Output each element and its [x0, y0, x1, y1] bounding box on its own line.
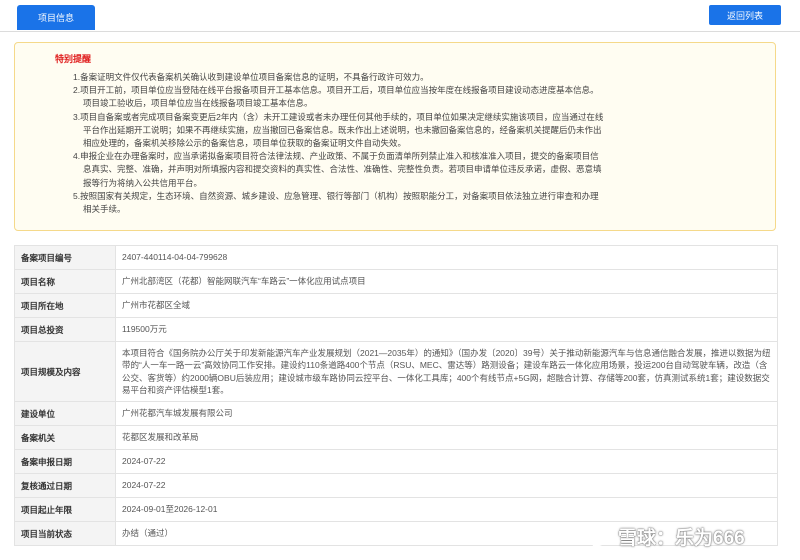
row-label: 项目规模及内容 — [14, 341, 116, 402]
watermark: 雪球：乐为666 — [586, 520, 786, 552]
row-label: 项目名称 — [14, 269, 116, 294]
row-value: 广州花都汽车城发展有限公司 — [115, 401, 778, 426]
row-label: 项目总投资 — [14, 317, 116, 342]
row-value: 2024-07-22 — [115, 449, 778, 474]
row-value: 2024-07-22 — [115, 473, 778, 498]
notice-title: 特别提醒 — [55, 54, 92, 64]
row-value: 2024-09-01至2026-12-01 — [115, 497, 778, 522]
table-row: 项目名称 广州北部湾区（花都）智能网联汽车“车路云”一体化应用试点项目 — [14, 269, 778, 294]
table-row: 项目总投资 119500万元 — [14, 317, 778, 342]
notice-line: 平台作出延期开工说明；如果不再继续实施，应当撤回已备案信息。既未作出上述说明，也… — [83, 124, 602, 135]
row-label: 项目所在地 — [14, 293, 116, 318]
row-label: 复核通过日期 — [14, 473, 116, 498]
notice-line: 5.按照国家有关规定，生态环境、自然资源、城乡建设、应急管理、银行等部门（机构）… — [73, 190, 599, 201]
row-value: 2407-440114-04-04-799628 — [115, 245, 778, 270]
table-row: 项目所在地 广州市花都区全域 — [14, 293, 778, 318]
special-notice-panel: 特别提醒 1.备案证明文件仅代表备案机关确认收到建设单位项目备案信息的证明，不具… — [14, 42, 776, 231]
notice-line: 相应处理的，备案机关移除公示的备案信息，项目单位获取的备案证明文件自动失效。 — [83, 138, 407, 149]
notice-line: 3.项目自备案或者完成项目备案变更后2年内（含）未开工建设或者未办理任何其他手续… — [73, 111, 604, 122]
table-row: 备案申报日期 2024-07-22 — [14, 449, 778, 474]
table-row: 项目起止年限 2024-09-01至2026-12-01 — [14, 497, 778, 522]
row-value: 广州北部湾区（花都）智能网联汽车“车路云”一体化应用试点项目 — [115, 269, 778, 294]
row-label: 建设单位 — [14, 401, 116, 426]
row-label: 备案项目编号 — [14, 245, 116, 270]
notice-body: 1.备案证明文件仅代表备案机关确认收到建设单位项目备案信息的证明，不具备行政许可… — [73, 71, 673, 216]
row-value: 119500万元 — [115, 317, 778, 342]
notice-line: 息真实、完整、准确，并声明对所填报内容和提交资料的真实性、合法性、准确性、完整性… — [83, 164, 602, 175]
back-to-list-button[interactable]: 返回列表 — [709, 5, 781, 25]
table-row: 备案机关 花都区发展和改革局 — [14, 425, 778, 450]
row-value: 广州市花都区全域 — [115, 293, 778, 318]
snowball-logo-icon — [589, 525, 610, 547]
project-info-table: 备案项目编号 2407-440114-04-04-799628 项目名称 广州北… — [14, 245, 778, 546]
notice-line: 相关手续。 — [83, 204, 126, 215]
top-bar: 项目信息 返回列表 — [0, 0, 800, 32]
table-row: 项目规模及内容 本项目符合《国务院办公厅关于印发新能源汽车产业发展规划（2021… — [14, 341, 778, 402]
row-label: 项目起止年限 — [14, 497, 116, 522]
table-row: 建设单位 广州花都汽车城发展有限公司 — [14, 401, 778, 426]
watermark-text: 雪球：乐为666 — [618, 527, 745, 549]
table-row: 备案项目编号 2407-440114-04-04-799628 — [14, 245, 778, 270]
row-label: 备案机关 — [14, 425, 116, 450]
notice-line: 项目竣工验收后，项目单位应当在线报备项目竣工基本信息。 — [83, 98, 313, 109]
notice-line: 4.申报企业在办理备案时，应当承诺拟备案项目符合法律法规、产业政策、不属于负面清… — [73, 151, 599, 162]
tab-project-info[interactable]: 项目信息 — [17, 5, 95, 30]
notice-line: 1.备案证明文件仅代表备案机关确认收到建设单位项目备案信息的证明，不具备行政许可… — [73, 72, 429, 82]
notice-line: 2.项目开工前，项目单位应当登陆在线平台报备项目开工基本信息。项目开工后，项目单… — [73, 85, 599, 96]
row-value: 本项目符合《国务院办公厅关于印发新能源汽车产业发展规划（2021—2035年）的… — [115, 341, 778, 402]
row-label: 项目当前状态 — [14, 521, 116, 546]
notice-line: 报等行为将纳入公共信用平台。 — [83, 177, 203, 188]
row-value: 花都区发展和改革局 — [115, 425, 778, 450]
table-row: 复核通过日期 2024-07-22 — [14, 473, 778, 498]
row-label: 备案申报日期 — [14, 449, 116, 474]
